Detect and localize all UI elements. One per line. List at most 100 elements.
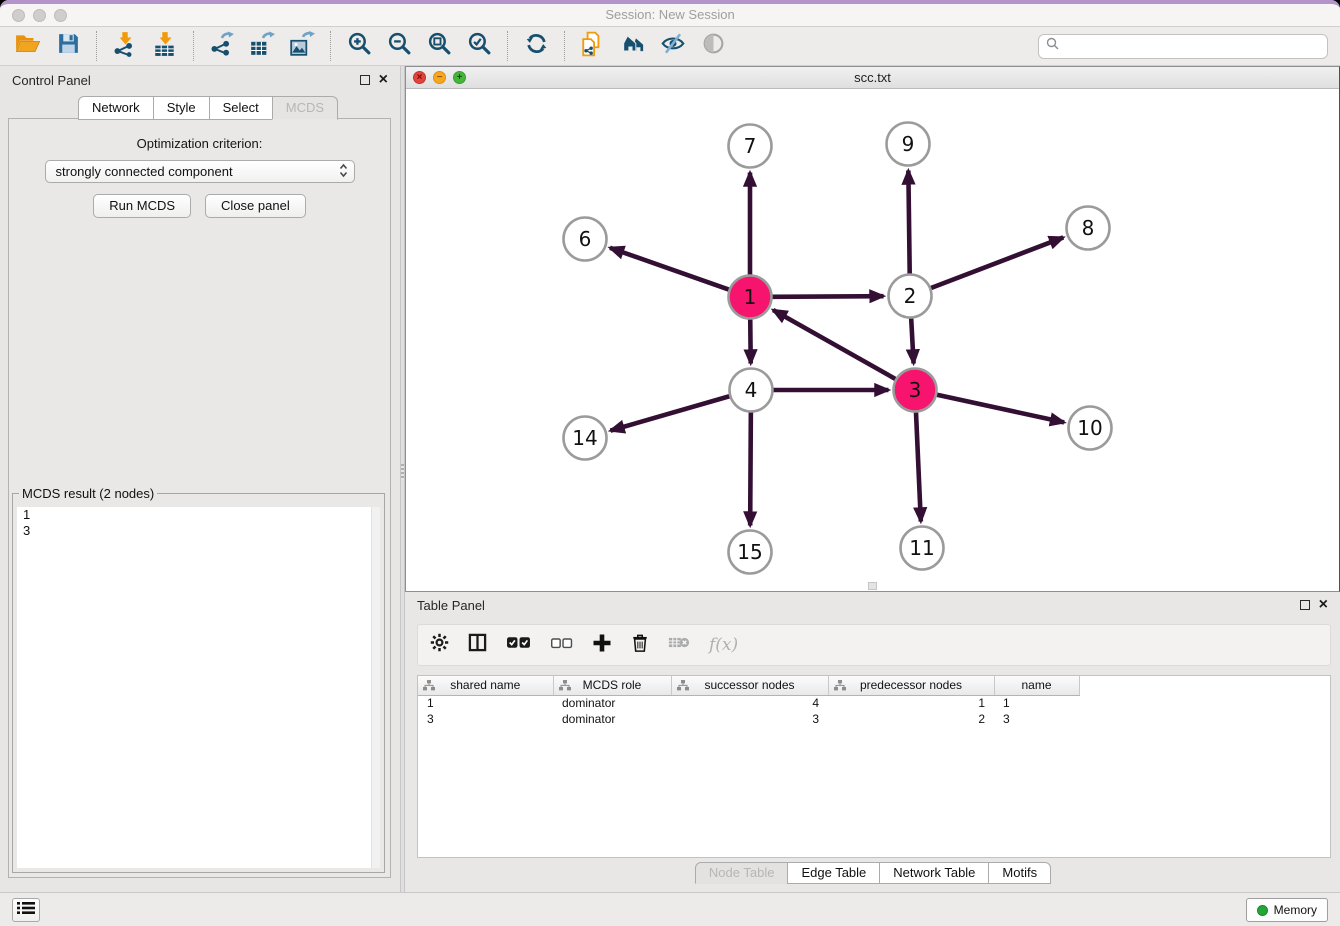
close-table-panel-icon[interactable]: × [1319,600,1328,610]
select-all-columns-button[interactable] [506,635,531,655]
tab-select[interactable]: Select [209,96,273,120]
network-window-title: scc.txt [854,70,891,85]
tab-node-table[interactable]: Node Table [695,862,789,884]
graph-edge-2-8[interactable] [931,237,1063,288]
show-hidden-button[interactable] [693,29,733,63]
graph-edge-3-1[interactable] [773,310,895,379]
mcds-result-list[interactable]: 13 [17,507,380,868]
refresh-icon [524,31,549,61]
show-column-button[interactable] [468,633,487,657]
delete-table-button[interactable] [668,635,690,655]
network-maximize-button[interactable]: + [453,71,466,84]
show-all-button[interactable] [613,29,653,63]
result-scrollbar[interactable] [371,507,380,868]
zoom-in-button[interactable] [339,29,379,63]
plus-icon [592,633,612,658]
result-item: 1 [17,507,380,523]
export-image-icon [289,31,315,62]
memory-button[interactable]: Memory [1246,898,1328,922]
graph-edge-4-15[interactable] [750,412,751,525]
tab-style[interactable]: Style [153,96,210,120]
close-panel-button[interactable]: Close panel [205,194,306,218]
memory-status-icon [1257,905,1268,916]
network-canvas-svg: 1234678910111415 [406,89,1339,592]
close-panel-icon[interactable]: × [379,75,388,85]
column-header-label: predecessor nodes [860,678,962,692]
criterion-dropdown[interactable]: strongly connected component [45,160,355,183]
graph-edge-1-6[interactable] [610,248,729,290]
column-header-4[interactable]: name [994,676,1079,695]
toolbar-separator [330,31,331,61]
search-field[interactable] [1038,34,1328,59]
floppy-disk-icon [56,31,81,61]
save-session-button[interactable] [48,29,88,63]
toolbar-separator [193,31,194,61]
float-table-panel-icon[interactable] [1300,600,1310,610]
memory-label: Memory [1274,903,1317,917]
toolbar-separator [96,31,97,61]
graph-node-label: 11 [909,536,934,560]
export-table-button[interactable] [242,29,282,63]
network-close-button[interactable]: × [413,71,426,84]
run-mcds-button[interactable]: Run MCDS [93,194,191,218]
table-cell: 3 [671,711,828,727]
deselect-all-columns-button[interactable] [550,636,573,655]
show-task-history-button[interactable] [12,898,40,922]
column-header-1[interactable]: MCDS role [553,676,671,695]
table-cell: dominator [553,711,671,727]
splitter-handle-icon[interactable] [401,464,404,480]
tab-network-table[interactable]: Network Table [879,862,989,884]
network-canvas[interactable]: 1234678910111415 [406,89,1339,591]
graph-edge-4-14[interactable] [610,396,729,430]
search-input[interactable] [1064,39,1320,53]
network-minimize-button[interactable]: − [433,71,446,84]
graph-edge-2-3[interactable] [911,318,913,363]
graph-node-label: 15 [737,540,762,564]
network-window-titlebar[interactable]: × − + scc.txt [406,67,1339,89]
table-row[interactable]: 1dominator411 [418,695,1079,711]
column-header-label: name [1021,678,1051,692]
import-network-button[interactable] [105,29,145,63]
app-window: Session: New Session Control Panel [0,0,1340,926]
open-folder-icon [15,31,41,62]
graph-node-label: 6 [579,227,592,251]
table-row[interactable]: 3dominator323 [418,711,1079,727]
column-header-label: MCDS role [583,678,642,692]
open-session-button[interactable] [8,29,48,63]
export-table-icon [249,31,275,62]
graph-edge-3-10[interactable] [937,395,1064,423]
table-cell: 1 [828,695,994,711]
column-header-0[interactable]: shared name [418,676,553,695]
graph-edge-2-9[interactable] [908,170,909,273]
function-builder-button[interactable]: f(x) [709,635,738,655]
add-column-button[interactable] [592,633,612,658]
tab-motifs[interactable]: Motifs [988,862,1051,884]
duplicate-network-button[interactable] [573,29,613,63]
graph-edge-3-11[interactable] [916,412,921,521]
tab-edge-table[interactable]: Edge Table [787,862,880,884]
columns-icon [468,633,487,657]
delete-column-button[interactable] [631,633,649,658]
column-header-3[interactable]: predecessor nodes [828,676,994,695]
zoom-out-button[interactable] [379,29,419,63]
status-bar: Memory [0,892,1340,926]
checked-boxes-icon [506,635,531,655]
float-panel-icon[interactable] [360,75,370,85]
graph-edge-1-2[interactable] [772,296,883,297]
column-header-2[interactable]: successor nodes [671,676,828,695]
column-header-label: shared name [450,678,520,692]
zoom-fit-button[interactable] [419,29,459,63]
export-image-button[interactable] [282,29,322,63]
table-options-button[interactable] [430,633,449,657]
optimization-criterion-label: Optimization criterion: [9,136,390,151]
refresh-layout-button[interactable] [516,29,556,63]
zoom-selected-button[interactable] [459,29,499,63]
tab-mcds[interactable]: MCDS [272,96,338,120]
canvas-resize-handle[interactable] [868,582,877,590]
hide-selected-button[interactable] [653,29,693,63]
tab-network[interactable]: Network [78,96,154,120]
zoom-fit-icon [427,31,452,61]
toolbar-separator [507,31,508,61]
import-table-button[interactable] [145,29,185,63]
export-network-button[interactable] [202,29,242,63]
